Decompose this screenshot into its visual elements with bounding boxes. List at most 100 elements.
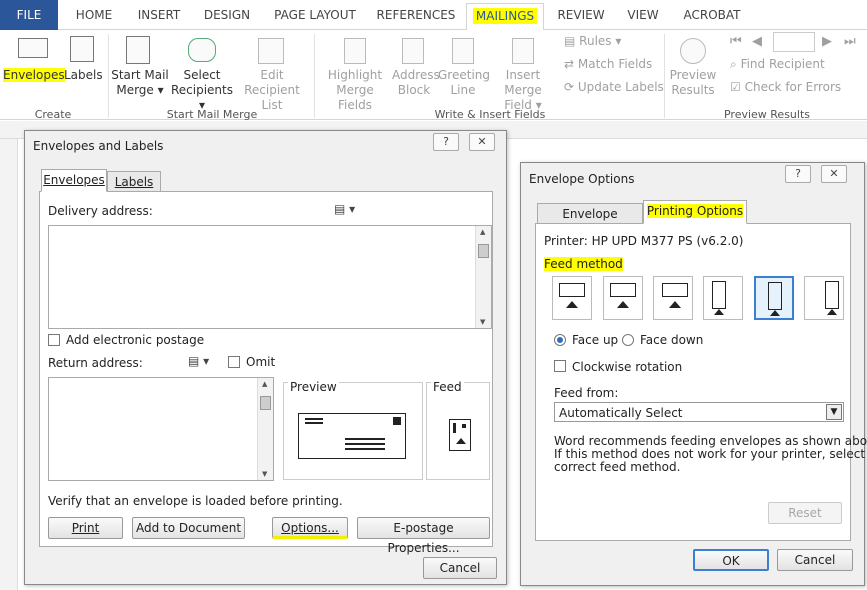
check-errors-label: Check for Errors xyxy=(744,80,842,94)
highlight-icon xyxy=(344,38,366,64)
feed-option-6[interactable] xyxy=(804,276,844,320)
address-book-icon: ▤ xyxy=(334,202,346,216)
add-postage-checkbox[interactable] xyxy=(48,334,60,346)
omit-checkbox[interactable] xyxy=(228,356,240,368)
options-button[interactable]: Options... xyxy=(272,517,348,539)
address-book-button[interactable]: ▤ ▾ xyxy=(334,202,355,216)
preview-box[interactable]: Preview xyxy=(283,380,423,480)
add-to-document-button[interactable]: Add to Document xyxy=(132,517,245,539)
print-button-label: Print xyxy=(71,521,100,535)
update-labels-button[interactable]: ⟳ Update Labels xyxy=(564,80,664,94)
return-address-scrollbar[interactable]: ▲ ▼ xyxy=(257,378,273,480)
close-button[interactable]: ✕ xyxy=(469,133,495,151)
envelopes-label: Envelopes xyxy=(3,68,65,82)
previous-record-button[interactable]: ◀ xyxy=(752,34,762,49)
clockwise-rotation-checkbox[interactable] xyxy=(554,360,566,372)
envelope-options-dialog: Envelope Options ? ✕ Envelope Options Pr… xyxy=(520,162,867,586)
delivery-address-input[interactable]: ▲ ▼ xyxy=(48,225,492,329)
close-button[interactable]: ✕ xyxy=(821,165,847,183)
reset-button[interactable]: Reset xyxy=(768,502,842,524)
tab-file[interactable]: FILE xyxy=(0,0,58,30)
tab-labels-label: Labels xyxy=(114,175,154,189)
tab-design[interactable]: DESIGN xyxy=(198,4,256,26)
find-recipient-icon: ⌕ xyxy=(730,57,737,71)
record-number-input[interactable] xyxy=(773,32,815,52)
delivery-address-label: Delivery address: xyxy=(48,204,153,218)
tab-references[interactable]: REFERENCES xyxy=(372,4,460,26)
face-up-radio[interactable] xyxy=(554,334,566,346)
print-button[interactable]: Print xyxy=(48,517,123,539)
return-address-book-button[interactable]: ▤ ▾ xyxy=(188,354,209,368)
select-recipients-button[interactable]: Select Recipients ▾ xyxy=(170,68,234,113)
vertical-ruler xyxy=(0,139,18,590)
verify-message: Verify that an envelope is loaded before… xyxy=(48,494,343,508)
recommend-line-2: If this method does not work for your pr… xyxy=(554,447,867,461)
address-block-button[interactable]: Address Block xyxy=(392,68,440,98)
preview-results-button[interactable]: Preview Results xyxy=(668,68,718,98)
envelope-icon xyxy=(18,38,48,58)
tab-envelopes[interactable]: Envelopes xyxy=(41,169,107,192)
feed-option-5[interactable] xyxy=(754,276,794,320)
tab-insert[interactable]: INSERT xyxy=(130,4,188,26)
next-record-button[interactable]: ▶ xyxy=(822,34,832,49)
feed-option-4[interactable] xyxy=(703,276,743,320)
envelope-preview-icon xyxy=(298,413,406,459)
feed-option-2[interactable] xyxy=(603,276,643,320)
edit-recipient-list-label-1: Edit xyxy=(260,68,284,82)
tab-view[interactable]: VIEW xyxy=(618,4,668,26)
start-mail-merge-label-1: Start Mail xyxy=(111,68,169,82)
preview-results-label-2: Results xyxy=(671,83,715,97)
first-record-button[interactable]: ⏮ xyxy=(730,34,742,49)
cancel-button[interactable]: Cancel xyxy=(777,549,853,571)
tab-mailings[interactable]: MAILINGS xyxy=(466,3,544,31)
tab-home[interactable]: HOME xyxy=(66,4,122,26)
tab-review[interactable]: REVIEW xyxy=(552,4,610,26)
feed-box[interactable]: Feed xyxy=(426,380,490,480)
tab-printing-options-label: Printing Options xyxy=(646,204,744,218)
feed-from-select[interactable]: Automatically Select ▼ xyxy=(554,402,844,422)
e-postage-properties-label: E-postage Properties... xyxy=(387,521,460,555)
envelope-icon xyxy=(825,281,839,309)
last-record-button[interactable]: ⏭ xyxy=(844,34,856,49)
tab-labels[interactable]: Labels xyxy=(107,171,161,192)
add-postage-label: Add electronic postage xyxy=(66,333,205,347)
ok-button[interactable]: OK xyxy=(693,549,769,571)
help-button[interactable]: ? xyxy=(433,133,459,151)
help-button[interactable]: ? xyxy=(785,165,811,183)
feed-label: Feed xyxy=(431,380,464,394)
rules-button[interactable]: ▤ Rules ▾ xyxy=(564,34,621,48)
cancel-button[interactable]: Cancel xyxy=(423,557,497,579)
face-down-radio[interactable] xyxy=(622,334,634,346)
tab-page-layout[interactable]: PAGE LAYOUT xyxy=(266,4,364,26)
greeting-line-label-1: Greeting xyxy=(438,68,490,82)
tab-acrobat[interactable]: ACROBAT xyxy=(676,4,748,26)
ribbon-tab-bar: FILE HOME INSERT DESIGN PAGE LAYOUT REFE… xyxy=(0,0,867,31)
address-book-icon: ▤ xyxy=(188,354,200,368)
labels-button[interactable]: Labels xyxy=(64,68,103,83)
chevron-down-icon[interactable]: ▼ xyxy=(826,404,842,420)
insert-merge-field-button[interactable]: Insert Merge Field ▾ xyxy=(488,68,558,113)
feed-option-1[interactable] xyxy=(552,276,592,320)
insert-merge-field-icon xyxy=(512,38,534,64)
return-address-label: Return address: xyxy=(48,356,143,370)
select-recipients-label-2: Recipients xyxy=(170,83,233,97)
labels-icon xyxy=(70,36,94,62)
return-address-input[interactable]: ▲ ▼ xyxy=(48,377,274,481)
envelope-icon xyxy=(712,281,726,309)
feed-option-3[interactable] xyxy=(653,276,693,320)
check-for-errors-button[interactable]: ☑ Check for Errors xyxy=(730,80,841,94)
envelopes-button[interactable]: Envelopes xyxy=(3,68,65,83)
start-mail-merge-button[interactable]: Start Mail Merge ▾ xyxy=(110,68,170,98)
tab-printing-options[interactable]: Printing Options xyxy=(643,200,747,224)
e-postage-properties-button[interactable]: E-postage Properties... xyxy=(357,517,490,555)
update-labels-label: Update Labels xyxy=(577,80,664,94)
ribbon: Envelopes Labels Create Start Mail Merge … xyxy=(0,30,867,121)
find-recipient-button[interactable]: ⌕ Find Recipient xyxy=(730,57,825,72)
dialog-title: Envelope Options xyxy=(529,172,635,186)
delivery-address-scrollbar[interactable]: ▲ ▼ xyxy=(475,226,491,328)
tab-envelope-options[interactable]: Envelope Options xyxy=(537,203,643,241)
match-fields-button[interactable]: ⇄ Match Fields xyxy=(564,57,652,71)
edit-recipient-list-button[interactable]: Edit Recipient List xyxy=(234,68,310,113)
highlight-merge-fields-button[interactable]: Highlight Merge Fields xyxy=(318,68,392,113)
greeting-line-button[interactable]: Greeting Line xyxy=(438,68,490,98)
